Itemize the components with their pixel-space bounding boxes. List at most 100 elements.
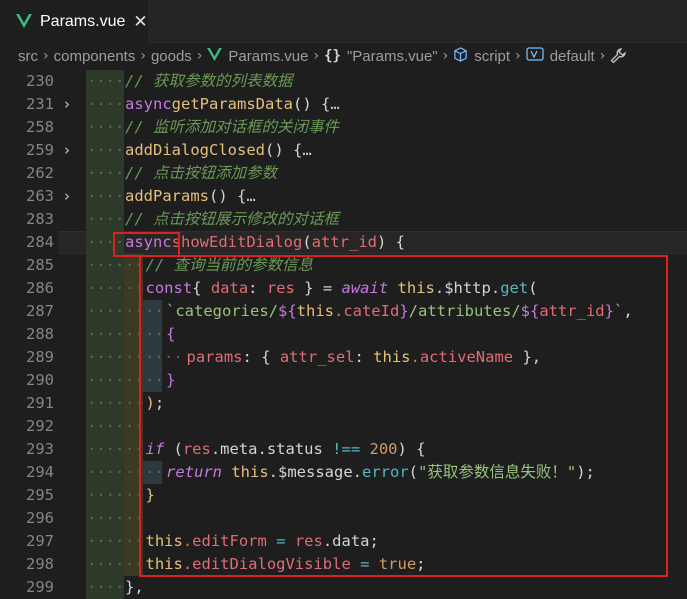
code-token: // 点击按钮展示修改的对话框 bbox=[125, 210, 339, 228]
highlight-box-async bbox=[113, 232, 180, 257]
line-number: 293 bbox=[26, 440, 54, 458]
whitespace-dots: ···· bbox=[87, 417, 125, 435]
code-token: // 获取参数的列表数据 bbox=[125, 72, 293, 90]
whitespace-dots: ···· bbox=[87, 210, 125, 228]
chevron-right-icon: › bbox=[140, 48, 146, 64]
line-number: 259 bbox=[26, 141, 54, 159]
whitespace-dots: ···· bbox=[87, 394, 125, 412]
tab-params-vue[interactable]: Params.vue ✕ bbox=[0, 0, 148, 43]
code-token: ) { bbox=[377, 233, 405, 251]
code-line[interactable]: ···· 284 asyncshowEditDialog(attr_id) { bbox=[0, 231, 687, 254]
highlight-box-function-body bbox=[139, 255, 668, 577]
line-number: 294 bbox=[26, 463, 54, 481]
breadcrumb-file[interactable]: Params.vue bbox=[207, 47, 309, 65]
code-text: addDialogClosed() {… bbox=[125, 139, 312, 162]
whitespace-dots: ···· bbox=[87, 118, 125, 136]
whitespace-dots: ···· bbox=[87, 302, 125, 320]
variable-icon bbox=[526, 47, 544, 65]
line-number: 284 bbox=[26, 233, 54, 251]
code-text: asyncgetParamsData() {… bbox=[125, 93, 340, 116]
close-icon[interactable]: ✕ bbox=[133, 12, 147, 32]
chevron-right-icon: › bbox=[599, 48, 606, 64]
code-text: // 点击按钮添加参数 bbox=[125, 162, 277, 185]
whitespace-dots: ···· bbox=[87, 486, 125, 504]
breadcrumb-default-label: default bbox=[549, 47, 595, 65]
line-number: 288 bbox=[26, 325, 54, 343]
whitespace-dots: ···· bbox=[87, 141, 125, 159]
code-token: } bbox=[125, 578, 135, 596]
code-text: addParams() {… bbox=[125, 185, 256, 208]
chevron-right-icon: › bbox=[515, 48, 521, 64]
code-token: async bbox=[125, 95, 172, 113]
fold-chevron-icon[interactable]: › bbox=[64, 185, 78, 208]
line-number: 262 bbox=[26, 164, 54, 182]
tab-title: Params.vue bbox=[40, 13, 126, 30]
whitespace-dots: ···· bbox=[87, 509, 125, 527]
whitespace-dots: ···· bbox=[87, 325, 125, 343]
breadcrumb-file-label: Params.vue bbox=[228, 47, 309, 65]
editor-tab-bar: Params.vue ✕ bbox=[0, 0, 687, 43]
whitespace-dots: ···· bbox=[87, 371, 125, 389]
line-number: 283 bbox=[26, 210, 54, 228]
code-token: attr_id bbox=[311, 233, 377, 251]
breadcrumb-script[interactable]: script bbox=[453, 46, 511, 66]
line-number: 292 bbox=[26, 417, 54, 435]
code-token: () { bbox=[209, 187, 247, 205]
whitespace-dots: ···· bbox=[87, 279, 125, 297]
code-text: // 获取参数的列表数据 bbox=[125, 70, 293, 93]
line-number: 298 bbox=[26, 555, 54, 573]
chevron-right-icon: › bbox=[43, 48, 49, 64]
code-token: () { bbox=[264, 141, 303, 159]
code-line[interactable]: ···· 230 // 获取参数的列表数据 bbox=[0, 70, 687, 93]
breadcrumb-module-label: "Params.vue" bbox=[346, 47, 438, 65]
fold-chevron-icon[interactable]: › bbox=[64, 93, 78, 116]
code-token: // 点击按钮添加参数 bbox=[125, 164, 277, 182]
whitespace-dots: ···· bbox=[87, 256, 125, 274]
braces-icon: {} bbox=[324, 48, 341, 64]
whitespace-dots: ···· bbox=[87, 463, 125, 481]
cube-icon bbox=[453, 46, 468, 66]
code-line[interactable]: ···· 263 › addParams() {… bbox=[0, 185, 687, 208]
line-number: 230 bbox=[26, 72, 54, 90]
code-line[interactable]: ···· 262 // 点击按钮添加参数 bbox=[0, 162, 687, 185]
breadcrumb-default[interactable]: default bbox=[526, 47, 595, 65]
chevron-right-icon: › bbox=[196, 48, 203, 64]
whitespace-dots: ···· bbox=[87, 555, 125, 573]
code-token: … bbox=[302, 141, 312, 159]
code-token: … bbox=[330, 95, 340, 113]
code-token: // 监听添加对话框的关闭事件 bbox=[125, 118, 339, 136]
breadcrumb-goods[interactable]: goods bbox=[151, 48, 192, 65]
breadcrumb-components[interactable]: components bbox=[54, 48, 136, 65]
line-number: 285 bbox=[26, 256, 54, 274]
whitespace-dots: ···· bbox=[87, 95, 125, 113]
line-number: 258 bbox=[26, 118, 54, 136]
fold-chevron-icon[interactable]: › bbox=[64, 139, 78, 162]
whitespace-dots: ···· bbox=[87, 348, 125, 366]
code-token: addParams bbox=[125, 187, 209, 205]
line-number: 287 bbox=[26, 302, 54, 320]
code-line[interactable]: ···· 258 // 监听添加对话框的关闭事件 bbox=[0, 116, 687, 139]
line-number: 296 bbox=[26, 509, 54, 527]
code-token: , bbox=[134, 578, 144, 596]
whitespace-dots: ···· bbox=[87, 532, 125, 550]
code-token: () { bbox=[293, 95, 331, 113]
code-token: ( bbox=[302, 233, 312, 251]
code-token: getParamsData bbox=[171, 95, 293, 113]
line-number: 295 bbox=[26, 486, 54, 504]
line-number: 290 bbox=[26, 371, 54, 389]
code-line[interactable]: ···· 259 › addDialogClosed() {… bbox=[0, 139, 687, 162]
breadcrumb-src[interactable]: src bbox=[18, 48, 38, 65]
code-line[interactable]: ···· 283 // 点击按钮展示修改的对话框 bbox=[0, 208, 687, 231]
code-token: showEditDialog bbox=[171, 233, 303, 251]
code-line[interactable]: ···· 231 › asyncgetParamsData() {… bbox=[0, 93, 687, 116]
wrench-icon[interactable] bbox=[610, 48, 627, 64]
chevron-right-icon: › bbox=[442, 48, 449, 64]
code-token: … bbox=[246, 187, 256, 205]
whitespace-dots: ···· bbox=[87, 187, 125, 205]
line-number: 286 bbox=[26, 279, 54, 297]
code-token: addDialogClosed bbox=[125, 141, 265, 159]
line-number: 231 bbox=[26, 95, 54, 113]
whitespace-dots: ···· bbox=[87, 164, 125, 182]
breadcrumb-module[interactable]: {} "Params.vue" bbox=[324, 48, 438, 65]
breadcrumb-script-label: script bbox=[474, 47, 511, 65]
